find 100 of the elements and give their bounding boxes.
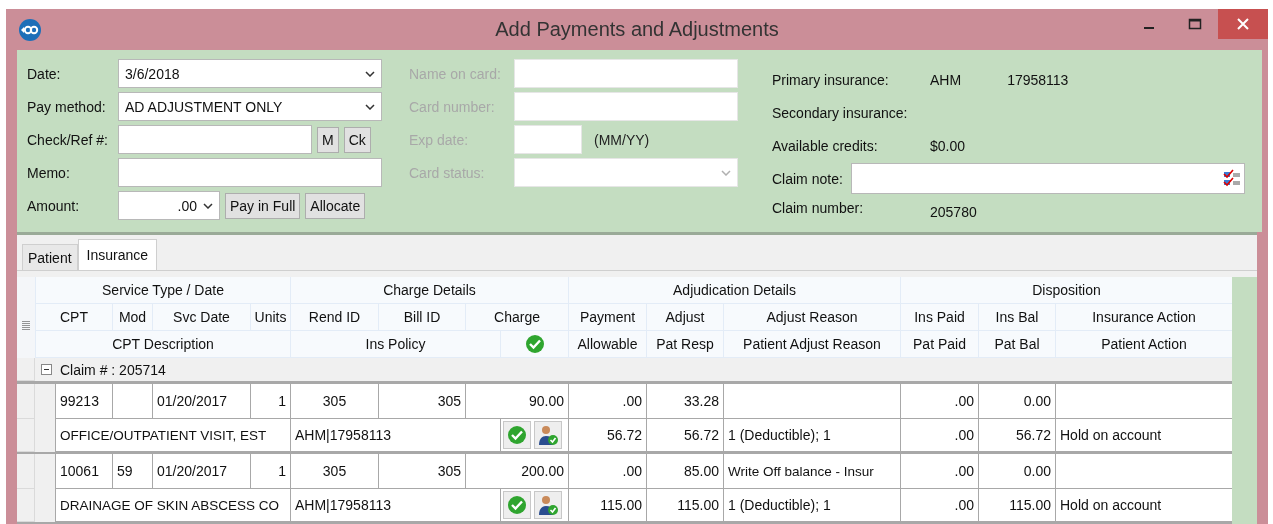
table-cell: 56.72 [568,419,646,452]
column-group-header: Service Type / Date [35,277,290,304]
row-header[interactable] [17,489,35,522]
claim-note-field[interactable] [851,163,1245,194]
table-cell: 01/20/2017 [152,384,250,419]
input-field[interactable] [118,125,312,154]
column-header[interactable]: Mod [112,304,152,331]
tab[interactable]: Insurance [77,239,158,270]
info-value: $0.00 [930,137,966,154]
caret-icon [203,202,213,209]
table-cell: AHM|17958113 [290,419,500,452]
row-header[interactable] [17,384,35,419]
close-icon [1237,18,1249,30]
checklist-icon[interactable] [1222,168,1242,189]
column-header[interactable]: Ins Bal [978,304,1055,331]
maximize-icon [1188,18,1202,30]
column-group-header: Disposition [900,277,1232,304]
table-cell: 305 [378,454,465,489]
info-label: Claim note: [772,170,844,187]
column-header[interactable]: Units [250,304,290,331]
table-cell: 85.00 [646,454,723,489]
group-indent [35,489,55,522]
table-cell: 56.72 [646,419,723,452]
info-label: Secondary insurance: [772,104,909,121]
table-cell: .00 [568,384,646,419]
column-header[interactable]: Adjust Reason [723,304,900,331]
action-button[interactable]: Pay in Full [225,192,301,219]
claim-group-label: Claim # : 205714 [60,361,166,378]
approved-icon [524,334,545,354]
field-label: Date: [27,65,62,82]
window-title: Add Payments and Adjustments [494,18,780,41]
table-cell: DRAINAGE OF SKIN ABSCESS CO [55,489,290,522]
column-header[interactable]: Svc Date [152,304,250,331]
row-header[interactable] [17,419,35,452]
column-header[interactable]: Adjust [646,304,723,331]
dropdown[interactable]: AD ADJUSTMENT ONLY [118,92,382,121]
table-cell: .00 [900,419,978,452]
table-cell: 115.00 [978,489,1055,522]
table-cell: 115.00 [646,489,723,522]
small-button[interactable]: Ck [343,126,371,153]
table-cell: 10061 [55,454,112,489]
field-label: Amount: [27,197,81,214]
field-label: Memo: [27,164,71,181]
column-header[interactable]: Charge [465,304,568,331]
row-header[interactable] [17,358,35,381]
info-value: 205780 [930,203,977,220]
table-cell: 01/20/2017 [152,454,250,489]
dropdown[interactable] [514,158,738,187]
table-cell: 200.00 [465,454,568,489]
table-cell: .00 [568,454,646,489]
table-cell: 305 [378,384,465,419]
column-chooser-icon[interactable] [22,319,30,332]
person-check-icon[interactable] [534,421,562,449]
caret-icon [365,70,375,77]
table-cell: 0.00 [978,384,1055,419]
column-group-header: Charge Details [290,277,568,304]
field-label: Check/Ref #: [27,131,109,148]
row-header[interactable] [17,454,35,489]
caret-icon [721,169,731,176]
approved-icon[interactable] [503,491,531,519]
table-cell: 305 [290,454,378,489]
field-label: Pay method: [27,98,107,115]
group-indent [35,454,55,489]
info-label: Claim number: [772,199,865,216]
column-header[interactable]: Rend ID [290,304,378,331]
format-hint: (MM/YY) [594,131,650,148]
tab[interactable]: Patient [22,244,78,270]
table-cell: 33.28 [646,384,723,419]
input-field[interactable] [118,158,382,187]
collapse-icon[interactable] [41,364,52,375]
small-button[interactable]: M [317,126,339,153]
column-group-header: Adjudication Details [568,277,900,304]
column-header[interactable]: Payment [568,304,646,331]
close-button[interactable] [1218,9,1268,39]
table-cell: 1 (Deductible); 1 [723,419,900,452]
approved-icon[interactable] [503,421,531,449]
info-label: Primary insurance: [772,71,890,88]
column-header[interactable]: Ins Paid [900,304,978,331]
column-header[interactable]: Bill ID [378,304,465,331]
table-cell: 56.72 [978,419,1055,452]
table-cell: 1 [250,454,290,489]
table-cell: 90.00 [465,384,568,419]
table-cell: 99213 [55,384,112,419]
person-check-icon[interactable] [534,491,562,519]
info-label: Available credits: [772,137,879,154]
caret-icon [365,103,375,110]
table-cell: .00 [900,489,978,522]
table-cell: AHM|17958113 [290,489,500,522]
dropdown[interactable]: 3/6/2018 [118,59,382,88]
table-cell: .00 [900,454,978,489]
table-cell: 305 [290,384,378,419]
minimize-icon [1144,27,1154,29]
table-cell: 0.00 [978,454,1055,489]
amount-dropdown[interactable]: .00 [118,191,220,220]
info-value: 17958113 [1007,71,1069,88]
action-button[interactable]: Allocate [305,192,366,219]
group-indent [35,419,55,452]
table-cell: 1 (Deductible); 1 [723,489,900,522]
column-header[interactable]: CPT [35,304,112,331]
table-cell: 1 [250,384,290,419]
